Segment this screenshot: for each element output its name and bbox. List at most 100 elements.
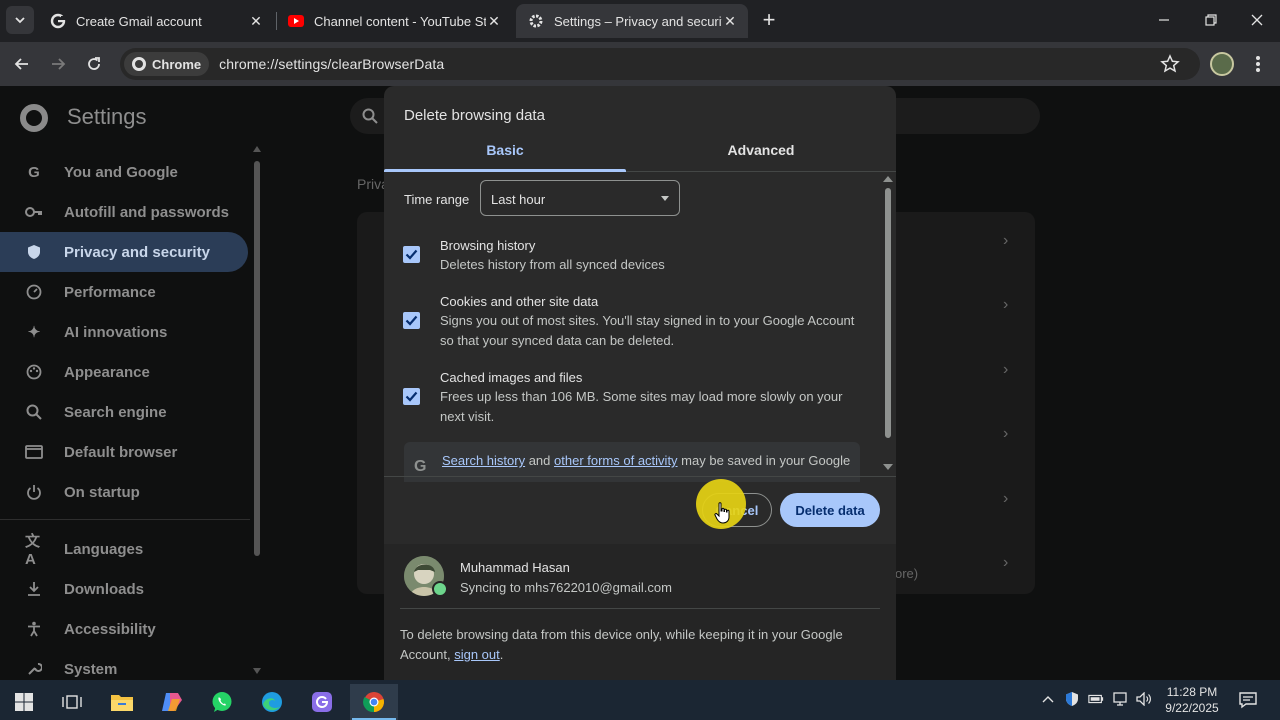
chevron-right-icon[interactable]: › [1003, 425, 1008, 443]
delete-data-button[interactable]: Delete data [780, 493, 880, 527]
sidebar-item-on-startup[interactable]: On startup [0, 472, 248, 512]
accessibility-icon [25, 620, 43, 638]
chip-label: Chrome [152, 56, 202, 72]
card-row-text-partial: ore) [895, 566, 919, 581]
minimize-button[interactable] [1141, 0, 1187, 40]
file-explorer-icon [111, 695, 133, 711]
volume-icon[interactable] [1136, 690, 1152, 708]
tab-basic[interactable]: Basic [384, 142, 626, 172]
time-range-select[interactable]: Last hour [480, 180, 680, 216]
dialog-scroll-thumb[interactable] [885, 188, 891, 438]
sidebar-item-appearance[interactable]: Appearance [0, 352, 248, 392]
copilot-button[interactable] [148, 684, 196, 720]
chevron-right-icon[interactable]: › [1003, 490, 1008, 508]
page-title: Settings [67, 104, 147, 129]
address-bar[interactable]: Chrome chrome://settings/clearBrowserDat… [120, 48, 1200, 80]
time-range-label: Time range [404, 192, 470, 207]
back-button[interactable] [8, 50, 36, 78]
bookmark-star-icon[interactable] [1160, 54, 1182, 76]
dialog-scrollbar[interactable] [880, 172, 896, 476]
sidebar-item-label: Performance [64, 283, 156, 301]
windows-start-button[interactable] [0, 684, 48, 720]
sidebar-item-performance[interactable]: Performance [0, 272, 248, 312]
cookies-checkbox[interactable] [403, 312, 420, 329]
sign-out-link[interactable]: sign out [454, 647, 500, 662]
scroll-down-icon[interactable] [883, 464, 893, 470]
cache-checkbox[interactable] [403, 388, 420, 405]
dialog-title: Delete browsing data [404, 107, 545, 124]
chrome-logo-icon [20, 104, 48, 132]
whatsapp-button[interactable] [198, 684, 246, 720]
chrome-icon [363, 692, 384, 713]
sidebar-item-label: AI innovations [64, 323, 168, 341]
reload-icon [88, 57, 100, 70]
sidebar-item-languages[interactable]: 文A Languages [0, 529, 248, 569]
chevron-up-icon[interactable] [1040, 690, 1056, 708]
tab-create-gmail[interactable]: Create Gmail account ✕ [38, 4, 274, 38]
system-clock[interactable]: 11:28 PM 9/22/2025 [1160, 684, 1224, 716]
sidebar-item-label: Privacy and security [64, 243, 210, 261]
site-info-chip[interactable]: Chrome [124, 52, 210, 76]
google-g-icon: G [28, 163, 40, 181]
browsing-history-title: Browsing history [440, 238, 536, 253]
download-icon [25, 580, 43, 598]
sidebar-item-privacy[interactable]: Privacy and security [0, 232, 248, 272]
chrome-taskbar-button[interactable] [350, 684, 398, 720]
whatsapp-icon [212, 692, 232, 712]
other-activity-link[interactable]: other forms of activity [554, 453, 678, 468]
more-menu-icon[interactable] [1248, 53, 1268, 75]
scroll-up-icon[interactable] [883, 176, 893, 182]
profile-avatar-button[interactable] [1210, 52, 1234, 76]
active-tab-indicator [384, 169, 626, 172]
notification-icon[interactable] [1238, 690, 1258, 710]
network-icon[interactable] [1112, 690, 1128, 708]
key-icon [25, 203, 43, 221]
sidebar-item-accessibility[interactable]: Accessibility [0, 609, 248, 649]
dropdown-arrow-icon [661, 196, 669, 201]
sidebar-item-default-browser[interactable]: Default browser [0, 432, 248, 472]
notice-text: Search history and other forms of activi… [442, 453, 850, 468]
sidebar-item-label: Default browser [64, 443, 178, 461]
cache-description: Frees up less than 106 MB. Some sites ma… [440, 389, 843, 424]
close-icon[interactable]: ✕ [722, 13, 738, 29]
task-view-button[interactable] [48, 684, 96, 720]
chevron-right-icon[interactable]: › [1003, 361, 1008, 379]
browser-toolbar: Chrome chrome://settings/clearBrowserDat… [0, 42, 1280, 86]
sidebar-item-autofill[interactable]: Autofill and passwords [0, 192, 248, 232]
new-tab-button[interactable]: + [758, 9, 780, 32]
gmail-app-button[interactable] [298, 684, 346, 720]
tab-search-button[interactable] [6, 6, 34, 34]
task-view-icon [62, 695, 82, 709]
tab-settings[interactable]: Settings – Privacy and security ✕ [516, 4, 748, 38]
reload-button[interactable] [80, 50, 108, 78]
battery-icon[interactable] [1088, 690, 1104, 708]
tab-youtube-studio[interactable]: Channel content - YouTube Studio ✕ [276, 4, 512, 38]
tab-advanced[interactable]: Advanced [640, 142, 882, 172]
sidebar-item-you-and-google[interactable]: G You and Google [0, 152, 248, 192]
sidebar-item-downloads[interactable]: Downloads [0, 569, 248, 609]
cache-title: Cached images and files [440, 370, 583, 385]
restore-button[interactable] [1188, 0, 1234, 40]
search-history-link[interactable]: Search history [442, 453, 525, 468]
sidebar-item-ai-innovations[interactable]: ✦ AI innovations [0, 312, 248, 352]
file-explorer-button[interactable] [98, 684, 146, 720]
close-window-button[interactable] [1234, 0, 1280, 40]
security-shield-icon[interactable] [1064, 690, 1080, 708]
sidebar-scrollbar[interactable] [253, 146, 261, 676]
notice-text-tail: may be saved in your Google [677, 453, 851, 468]
browsing-history-description: Deletes history from all synced devices [440, 257, 665, 272]
close-icon[interactable]: ✕ [486, 13, 502, 29]
speedometer-icon [25, 283, 43, 301]
edge-button[interactable] [248, 684, 296, 720]
chevron-right-icon[interactable]: › [1003, 554, 1008, 572]
sidebar-item-search-engine[interactable]: Search engine [0, 392, 248, 432]
sidebar-item-label: Languages [64, 540, 144, 558]
forward-button[interactable] [44, 50, 72, 78]
notice-text-mid: and [525, 453, 555, 468]
sidebar-scroll-thumb[interactable] [254, 161, 260, 556]
browsing-history-checkbox[interactable] [403, 246, 420, 263]
chevron-right-icon[interactable]: › [1003, 232, 1008, 250]
close-icon[interactable]: ✕ [248, 13, 264, 29]
chevron-right-icon[interactable]: › [1003, 296, 1008, 314]
sidebar-item-label: Autofill and passwords [64, 203, 230, 221]
